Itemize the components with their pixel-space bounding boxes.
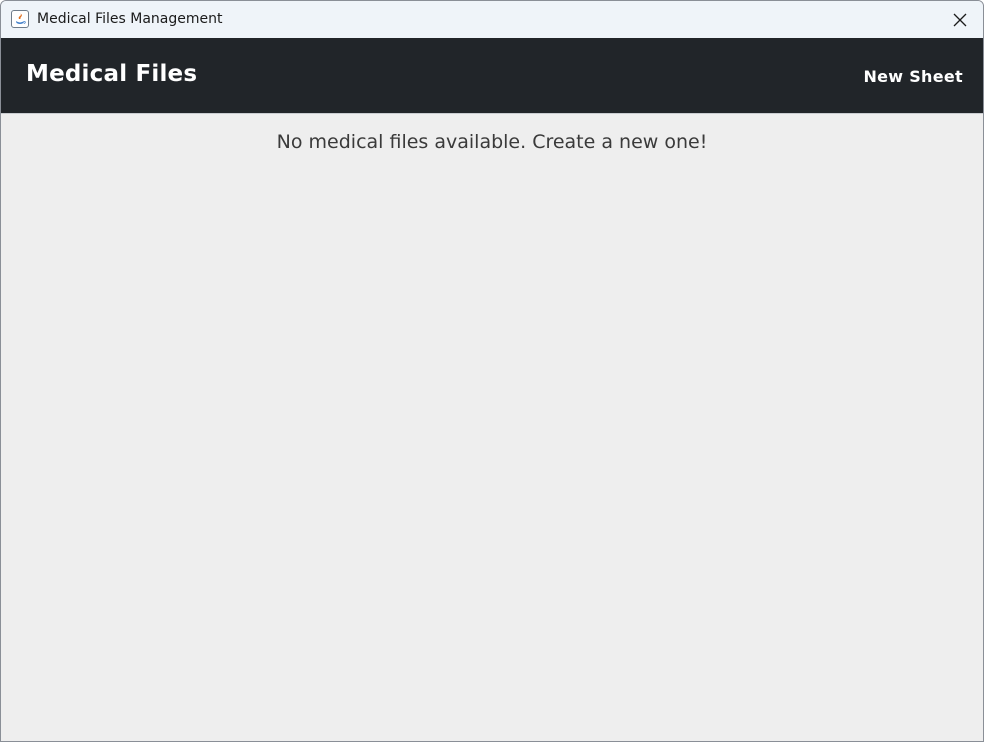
close-icon (953, 13, 967, 26)
window-title: Medical Files Management (37, 11, 223, 27)
main-content: No medical files available. Create a new… (1, 114, 983, 741)
page-title: Medical Files (26, 61, 198, 87)
new-sheet-button[interactable]: New Sheet (863, 67, 963, 86)
empty-state-message: No medical files available. Create a new… (276, 131, 708, 153)
java-app-icon (11, 10, 29, 28)
close-button[interactable] (937, 1, 983, 38)
app-header: Medical Files New Sheet (1, 38, 983, 113)
app-window: Medical Files Management Medical Files N… (0, 0, 984, 742)
title-bar[interactable]: Medical Files Management (1, 1, 983, 38)
